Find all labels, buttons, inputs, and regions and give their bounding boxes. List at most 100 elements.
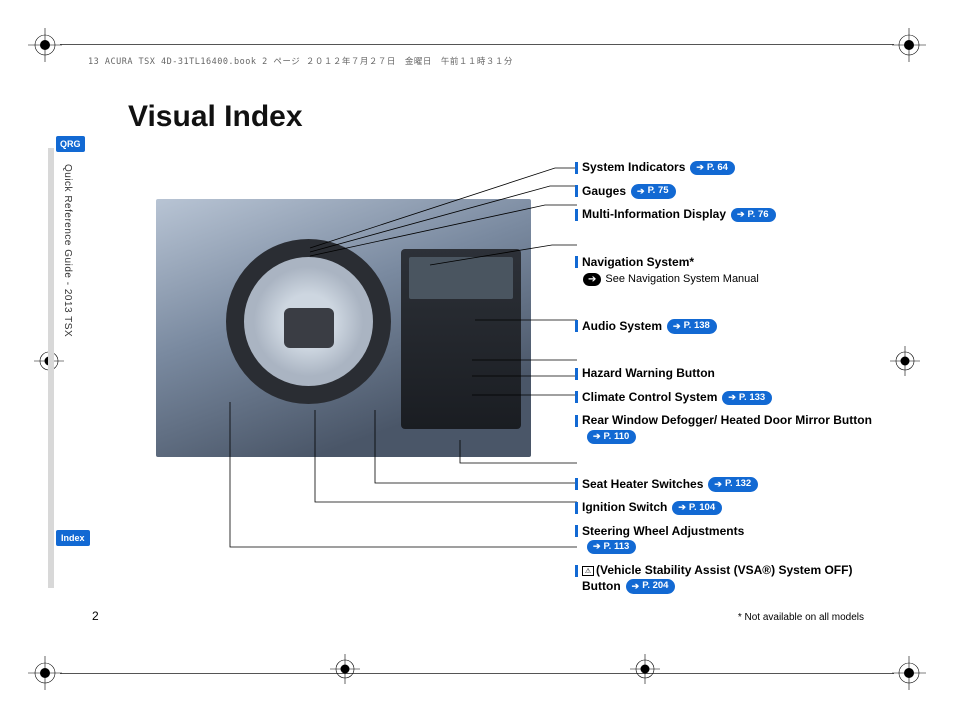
callout-label: Climate Control System (582, 390, 717, 404)
sidebar-strip (48, 148, 54, 588)
callout-tick-icon (575, 415, 578, 427)
page-reference-pill[interactable]: ➔P. 204 (626, 579, 676, 593)
registration-mark-icon (28, 656, 62, 690)
callout-content: System Indicators ➔P. 64 (582, 160, 735, 176)
callout-subnote-text: See Navigation System Manual (605, 272, 758, 286)
page-reference-text: P. 110 (604, 431, 630, 443)
callout-tick-icon (575, 368, 578, 380)
arrow-right-icon: ➔ (696, 162, 704, 174)
page-reference-pill[interactable]: ➔P. 64 (690, 161, 735, 175)
page-reference-pill[interactable]: ➔P. 75 (631, 184, 676, 198)
callout-tick-icon (575, 565, 578, 577)
crop-line-top (60, 44, 894, 45)
footnote: * Not available on all models (738, 612, 864, 623)
arrow-right-icon: ➔ (714, 479, 722, 491)
registration-mark-icon (28, 28, 62, 62)
index-tab[interactable]: Index (56, 530, 90, 546)
callout-tick-icon (575, 478, 578, 490)
page-title: Visual Index (128, 100, 303, 134)
callout-content: Navigation System* (582, 255, 694, 271)
arrow-right-icon: ➔ (737, 209, 745, 221)
arrow-right-icon: ➔ (593, 541, 601, 553)
arrow-right-icon: ➔ (583, 273, 601, 286)
callout-content: Gauges ➔P. 75 (582, 184, 676, 200)
callout-label: Multi-Information Display (582, 207, 726, 221)
callout-content: Steering Wheel Adjustments ➔P. 113 (582, 524, 744, 555)
callout-tick-icon (575, 162, 578, 174)
page-reference-pill[interactable]: ➔P. 138 (667, 319, 717, 333)
page-number: 2 (92, 609, 99, 623)
arrow-right-icon: ➔ (678, 502, 686, 514)
callout-content: Seat Heater Switches ➔P. 132 (582, 477, 758, 493)
registration-mark-icon (330, 654, 360, 684)
callout-label: Hazard Warning Button (582, 366, 715, 380)
callout-tick-icon (575, 391, 578, 403)
callout-tick-icon (575, 185, 578, 197)
arrow-right-icon: ➔ (593, 431, 601, 443)
crop-line-bottom (60, 673, 894, 674)
callout-content: Multi-Information Display ➔P. 76 (582, 207, 776, 223)
callout-item: Gauges ➔P. 75 (575, 184, 910, 200)
page-reference-text: P. 113 (604, 541, 630, 553)
page-reference-text: P. 75 (648, 185, 669, 197)
page-reference-pill[interactable]: ➔P. 132 (708, 477, 758, 491)
page-reference-pill[interactable]: ➔P. 113 (587, 540, 636, 554)
callout-tick-icon (575, 502, 578, 514)
vsa-off-icon: ⚠ (582, 566, 594, 576)
dashboard-image (156, 199, 531, 457)
callout-content: Rear Window Defogger/ Heated Door Mirror… (582, 413, 872, 444)
callout-list: System Indicators➔P. 64Gauges➔P. 75Multi… (575, 160, 910, 602)
callout-item: Navigation System* ➔ See Navigation System… (575, 255, 910, 287)
callout-content: Climate Control System ➔P. 133 (582, 390, 772, 406)
callout-label: Ignition Switch (582, 500, 667, 514)
callout-label: Gauges (582, 184, 626, 198)
callout-content: Hazard Warning Button (582, 366, 715, 382)
callout-item: ⚠(Vehicle Stability Assist (VSA®) System… (575, 563, 910, 594)
callout-subnote: ➔ See Navigation System Manual (583, 272, 910, 286)
doc-header: 13 ACURA TSX 4D-31TL16400.book 2 ページ ２０１… (88, 55, 513, 67)
callout-item: Hazard Warning Button (575, 366, 910, 382)
page-reference-pill[interactable]: ➔P. 76 (731, 208, 776, 222)
callout-item: Steering Wheel Adjustments ➔P. 113 (575, 524, 910, 555)
callout-item: Ignition Switch ➔P. 104 (575, 500, 910, 516)
callout-label: (Vehicle Stability Assist (VSA®) System … (582, 563, 852, 593)
callout-label: Seat Heater Switches (582, 477, 703, 491)
callout-item: System Indicators ➔P. 64 (575, 160, 910, 176)
callout-tick-icon (575, 525, 578, 537)
callout-item: Climate Control System ➔P. 133 (575, 390, 910, 406)
arrow-right-icon: ➔ (632, 581, 640, 593)
registration-mark-icon (892, 28, 926, 62)
page-reference-text: P. 204 (642, 580, 668, 592)
callout-content: ⚠(Vehicle Stability Assist (VSA®) System… (582, 563, 882, 594)
callout-item: Multi-Information Display ➔P. 76 (575, 207, 910, 223)
arrow-right-icon: ➔ (728, 392, 736, 404)
page-reference-text: P. 64 (707, 162, 728, 174)
callout-item: Audio System ➔P. 138 (575, 319, 910, 335)
callout-tick-icon (575, 320, 578, 332)
page-reference-pill[interactable]: ➔P. 133 (722, 391, 772, 405)
registration-mark-icon (630, 654, 660, 684)
callout-label: Steering Wheel Adjustments (582, 524, 744, 538)
qrg-tab[interactable]: QRG (56, 136, 85, 152)
callout-content: Ignition Switch ➔P. 104 (582, 500, 722, 516)
sidebar: QRG Quick Reference Guide - 2013 TSX Ind… (56, 136, 82, 586)
registration-mark-icon (892, 656, 926, 690)
page-reference-pill[interactable]: ➔P. 104 (672, 501, 722, 515)
callout-label: System Indicators (582, 160, 685, 174)
page-reference-text: P. 138 (684, 320, 710, 332)
sidebar-guide-label: Quick Reference Guide - 2013 TSX (62, 164, 73, 337)
page-reference-text: P. 133 (739, 392, 765, 404)
callout-item: Seat Heater Switches ➔P. 132 (575, 477, 910, 493)
callout-label: Navigation System* (582, 255, 694, 269)
callout-label: Rear Window Defogger/ Heated Door Mirror… (582, 413, 872, 427)
page-reference-text: P. 132 (725, 478, 751, 490)
center-stack-graphic (401, 249, 521, 429)
callout-label: Audio System (582, 319, 662, 333)
callout-tick-icon (575, 209, 578, 221)
page-reference-text: P. 104 (689, 502, 715, 514)
arrow-right-icon: ➔ (673, 321, 681, 333)
page-reference-pill[interactable]: ➔P. 110 (587, 430, 636, 444)
page-reference-text: P. 76 (748, 209, 769, 221)
arrow-right-icon: ➔ (637, 186, 645, 198)
nav-screen-graphic (409, 257, 513, 299)
